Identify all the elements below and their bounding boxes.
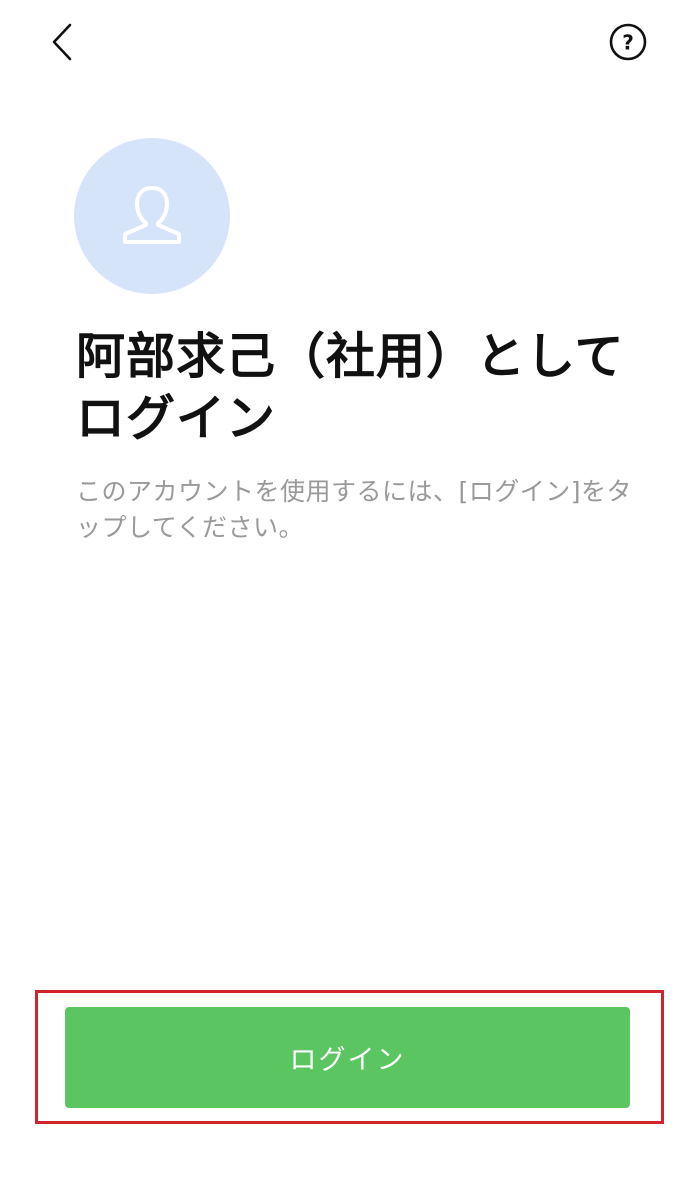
- instruction-text: このアカウントを使用するには、[ログイン]をタップしてください。: [76, 477, 633, 542]
- help-symbol: ?: [622, 31, 634, 55]
- help-button[interactable]: ?: [600, 16, 656, 68]
- page-title: 阿部求己（社用）としてログイン: [76, 328, 625, 447]
- chevron-left-icon: [52, 23, 72, 61]
- back-button[interactable]: [36, 14, 88, 70]
- person-silhouette-icon: [123, 186, 181, 244]
- question-circle-icon: ?: [609, 23, 647, 61]
- avatar: [74, 138, 230, 294]
- login-button[interactable]: ログイン: [65, 1007, 630, 1108]
